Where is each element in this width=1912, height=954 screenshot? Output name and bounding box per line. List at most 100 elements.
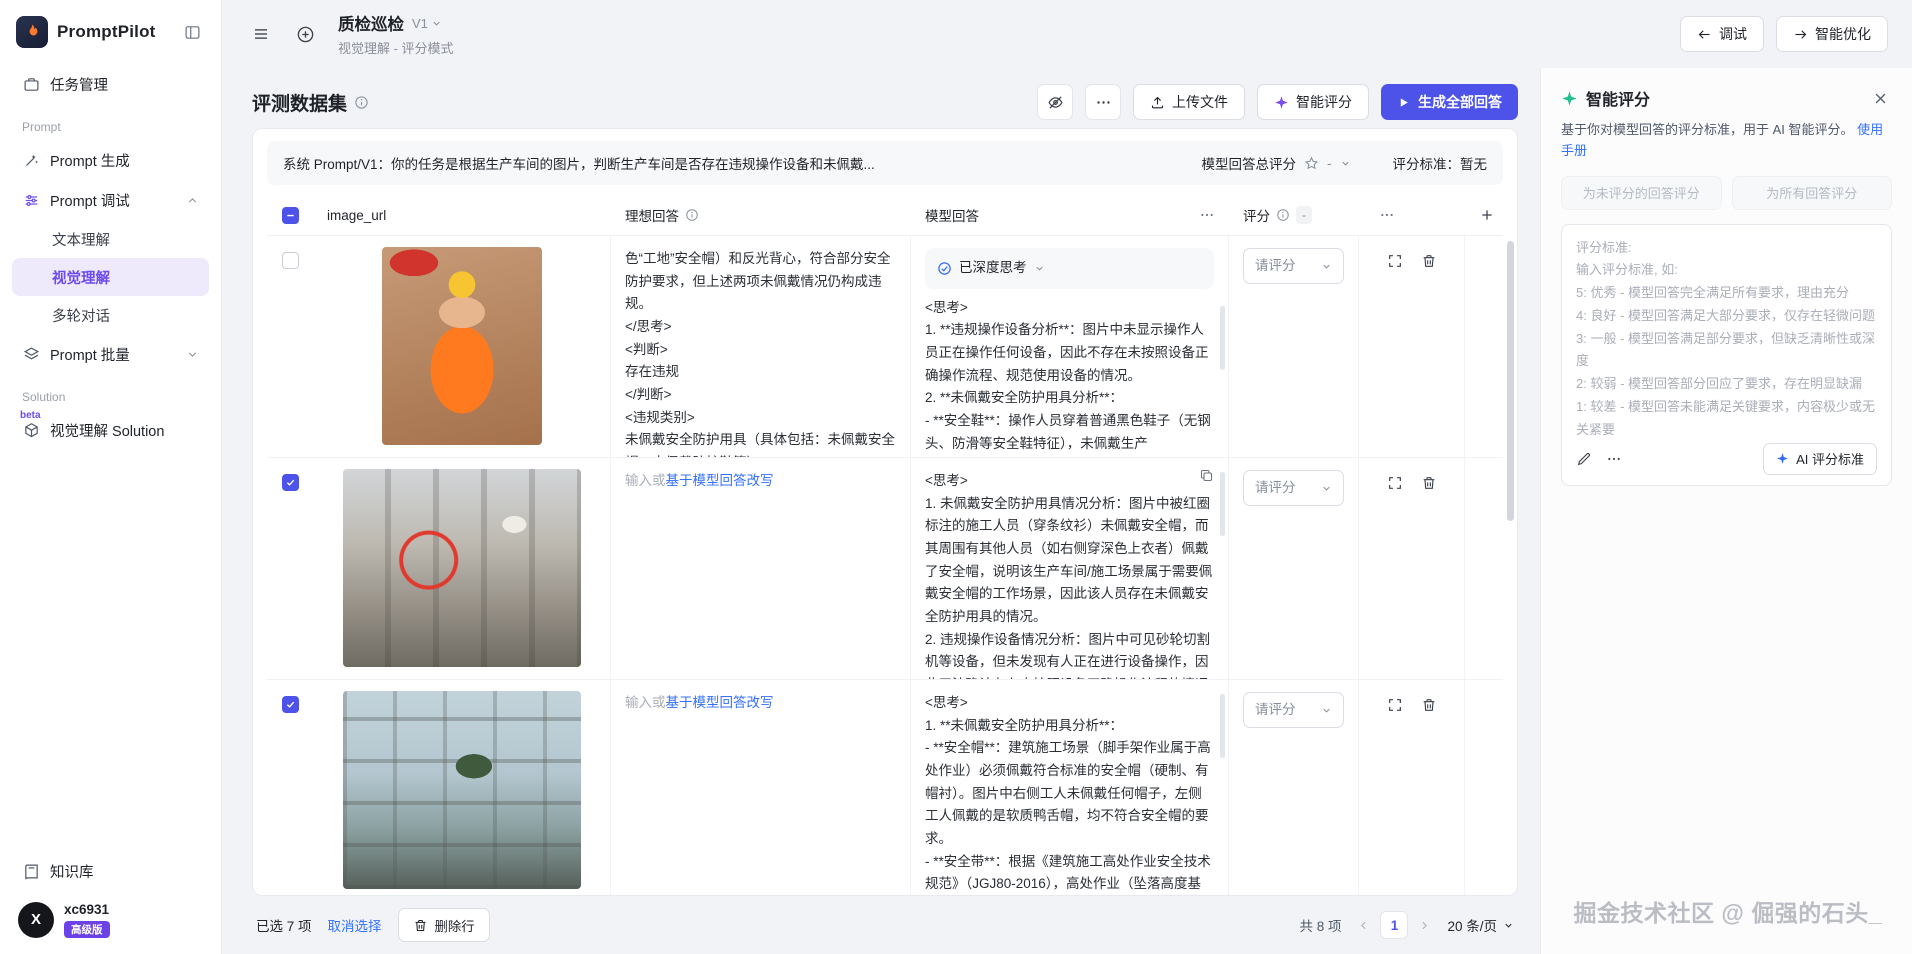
- row-checkbox[interactable]: [282, 474, 299, 491]
- panel-title: 智能评分: [1586, 86, 1650, 110]
- score-header-tag: -: [1296, 206, 1312, 224]
- row-actions-cell: [1359, 236, 1465, 457]
- close-icon[interactable]: [1869, 87, 1892, 110]
- deep-think-toggle[interactable]: 已深度思考: [925, 248, 1214, 289]
- total-count: 共 8 项: [1299, 915, 1341, 935]
- selected-count: 已选 7 项: [256, 915, 312, 935]
- menu-icon[interactable]: [244, 17, 278, 51]
- sidebar-item-vision-understanding[interactable]: 视觉理解: [12, 258, 209, 296]
- cell-scrollbar[interactable]: [1220, 472, 1225, 536]
- expand-row-icon[interactable]: [1387, 253, 1403, 445]
- sidebar-item-multi-turn[interactable]: 多轮对话: [12, 296, 209, 334]
- score-select[interactable]: 请评分: [1243, 470, 1344, 506]
- system-prompt-text: 系统 Prompt/V1：你的任务是根据生产车间的图片，判断生产车间是否存在违规…: [283, 153, 1176, 173]
- table-footer: 已选 7 项 取消选择 删除行 共 8 项 1: [252, 896, 1518, 954]
- sidebar-item-knowledge[interactable]: 知识库: [12, 852, 209, 892]
- smart-optimize-button[interactable]: 智能优化: [1776, 16, 1888, 52]
- ideal-answer-cell[interactable]: 色“工地”安全帽）和反光背心，符合部分安全防护要求，但上述两项未佩戴情况仍构成违…: [611, 236, 911, 457]
- sidebar-item-prompt-debug[interactable]: Prompt 调试: [12, 180, 209, 220]
- delete-row-icon[interactable]: [1421, 253, 1437, 445]
- table-scrollbar[interactable]: [1507, 241, 1514, 521]
- page-size-select[interactable]: 20 条/页: [1447, 915, 1514, 935]
- table-row: 色“工地”安全帽）和反光背心，符合部分安全防护要求，但上述两项未佩戴情况仍构成违…: [267, 236, 1503, 458]
- current-page[interactable]: 1: [1380, 911, 1408, 939]
- rewrite-from-model-link[interactable]: 基于模型回答改写: [666, 695, 774, 710]
- generate-all-button[interactable]: 生成全部回答: [1381, 84, 1518, 120]
- sidebar-item-label: 文本理解: [52, 229, 110, 250]
- chevron-down-icon: [1034, 263, 1045, 274]
- criteria-input[interactable]: 评分标准: 输入评分标准, 如: 5: 优秀 - 模型回答完全满足所有要求，理由…: [1576, 237, 1877, 435]
- chevron-down-icon[interactable]: [1340, 158, 1351, 169]
- sidebar-item-tasks[interactable]: 任务管理: [12, 64, 209, 104]
- column-more-icon[interactable]: [1199, 207, 1215, 223]
- sidebar-item-label: Prompt 调试: [50, 190, 130, 211]
- delete-rows-button[interactable]: 删除行: [398, 908, 490, 942]
- beta-badge: beta: [20, 410, 41, 421]
- score-cell: 请评分: [1229, 236, 1359, 457]
- smart-score-button[interactable]: 智能评分: [1257, 84, 1369, 120]
- prev-page-icon[interactable]: [1355, 917, 1372, 934]
- delete-row-icon[interactable]: [1421, 697, 1437, 889]
- dataset-panel: 评测数据集 上传文件: [222, 68, 1540, 954]
- edit-pencil-icon[interactable]: [1576, 451, 1592, 467]
- model-answer-text: <思考> 1. 未佩戴安全防护用具情况分析：图片中被红圈标注的施工人员（穿条纹衫…: [925, 470, 1214, 679]
- row-checkbox[interactable]: [282, 696, 299, 713]
- edit-prefix-text: 输入或: [625, 473, 666, 488]
- dataset-image[interactable]: [382, 247, 542, 445]
- info-icon[interactable]: [354, 95, 369, 110]
- sidebar-item-prompt-gen[interactable]: Prompt 生成: [12, 140, 209, 180]
- debug-button[interactable]: 调试: [1680, 16, 1764, 52]
- sliders-icon: [22, 192, 40, 209]
- cell-scrollbar[interactable]: [1220, 694, 1225, 758]
- user-account[interactable]: X xc6931 高级版: [12, 892, 209, 938]
- dataset-image[interactable]: [343, 469, 581, 667]
- sidebar-item-vision-solution[interactable]: beta 视觉理解 Solution: [12, 410, 209, 450]
- rewrite-from-model-link[interactable]: 基于模型回答改写: [666, 473, 774, 488]
- hide-columns-button[interactable]: [1037, 84, 1073, 120]
- layers-icon: [22, 346, 40, 363]
- row-actions-more-icon[interactable]: [1379, 207, 1395, 223]
- ideal-answer-cell: 输入或基于模型回答改写: [611, 680, 911, 895]
- delete-row-icon[interactable]: [1421, 475, 1437, 667]
- version-selector[interactable]: V1: [412, 16, 442, 31]
- row-actions-cell: [1359, 458, 1465, 679]
- model-answer-text: <思考> 1. **违规操作设备分析**：图片中未显示操作人员正在操作任何设备，…: [925, 297, 1214, 456]
- score-select[interactable]: 请评分: [1243, 248, 1344, 284]
- info-icon[interactable]: [685, 208, 699, 222]
- ai-criteria-button[interactable]: AI 评分标准: [1763, 443, 1877, 475]
- select-all-checkbox[interactable]: [282, 207, 299, 224]
- upload-file-button[interactable]: 上传文件: [1133, 84, 1245, 120]
- star-icon[interactable]: [1304, 156, 1319, 171]
- total-score-label: 模型回答总评分: [1202, 153, 1297, 173]
- sparkle-icon: [1274, 95, 1289, 110]
- sidebar-item-prompt-batch[interactable]: Prompt 批量: [12, 334, 209, 374]
- score-all-button[interactable]: 为所有回答评分: [1732, 176, 1893, 210]
- sidebar-item-text-understanding[interactable]: 文本理解: [12, 220, 209, 258]
- sidebar-item-label: 视觉理解: [52, 267, 110, 288]
- table-row: 输入或基于模型回答改写 <思考> 1. 未佩戴安全防护用具情况分析：图片中被红圈…: [267, 458, 1503, 680]
- dataset-image[interactable]: [343, 691, 581, 889]
- more-dots-icon: [1095, 94, 1112, 111]
- briefcase-icon: [22, 76, 40, 93]
- model-answer-cell: 已深度思考 <思考> 1. **违规操作设备分析**：图片中未显示操作人员正在操…: [911, 236, 1229, 457]
- add-circle-icon[interactable]: [288, 17, 322, 51]
- expand-row-icon[interactable]: [1387, 475, 1403, 667]
- criteria-more-icon[interactable]: [1606, 451, 1622, 467]
- sidebar-item-label: 任务管理: [50, 74, 108, 95]
- cell-scrollbar[interactable]: [1220, 306, 1225, 370]
- row-checkbox[interactable]: [282, 252, 299, 269]
- play-icon: [1397, 96, 1410, 109]
- optimize-button-label: 智能优化: [1815, 24, 1871, 44]
- smart-score-label: 智能评分: [1296, 92, 1352, 112]
- next-page-icon[interactable]: [1416, 917, 1433, 934]
- info-icon[interactable]: [1276, 208, 1290, 222]
- cancel-selection-link[interactable]: 取消选择: [328, 915, 382, 935]
- more-actions-button[interactable]: [1085, 84, 1121, 120]
- model-answer-cell: <思考> 1. 未佩戴安全防护用具情况分析：图片中被红圈标注的施工人员（穿条纹衫…: [911, 458, 1229, 679]
- add-column-icon[interactable]: [1479, 207, 1495, 223]
- score-unscored-button[interactable]: 为未评分的回答评分: [1561, 176, 1722, 210]
- copy-icon[interactable]: [1199, 468, 1214, 483]
- expand-row-icon[interactable]: [1387, 697, 1403, 889]
- sidebar-collapse-icon[interactable]: [180, 20, 205, 45]
- score-select[interactable]: 请评分: [1243, 692, 1344, 728]
